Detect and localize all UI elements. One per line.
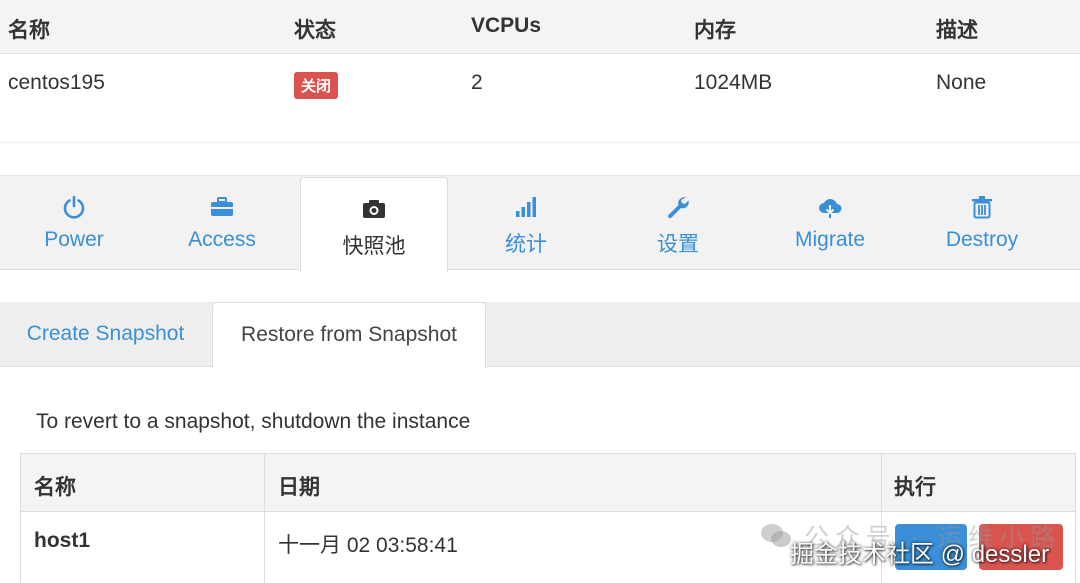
- snapshot-table-header: 名称 日期 执行: [21, 454, 1075, 512]
- status-badge: 关闭: [294, 72, 339, 99]
- table-row: host1 十一月 02 03:58:41: [21, 512, 1075, 583]
- snapshot-header-date: 日期: [278, 476, 320, 499]
- column-divider: [881, 454, 882, 583]
- snapshot-table: 名称 日期 执行 host1 十一月 02 03:58:41: [20, 453, 1076, 583]
- power-icon: [63, 195, 85, 219]
- header-status: 状态: [294, 19, 336, 42]
- tab-access-label: Access: [188, 228, 256, 251]
- instance-table-header: 名称 状态 VCPUs 内存 描述: [0, 0, 1080, 54]
- tab-migrate-label: Migrate: [794, 228, 866, 251]
- instance-name: centos195: [8, 71, 105, 94]
- bar-chart-icon: [516, 197, 536, 217]
- snapshot-tabs: Create Snapshot Restore from Snapshot: [0, 302, 1080, 368]
- wrench-icon: [668, 197, 689, 219]
- tab-destroy[interactable]: Destroy: [908, 176, 1056, 270]
- instance-memory: 1024MB: [694, 71, 773, 94]
- header-name: 名称: [8, 19, 50, 42]
- briefcase-icon: [211, 197, 233, 216]
- tab-settings[interactable]: 设置: [604, 176, 752, 270]
- snapshot-header-name: 名称: [34, 476, 76, 499]
- action-tabs: Power Access 快照池 统计 设置 Migrate Destroy: [0, 175, 1080, 272]
- tab-power[interactable]: Power: [0, 176, 148, 270]
- camera-icon: [363, 200, 385, 218]
- tab-snapshots-label: 快照池: [342, 235, 406, 258]
- header-vcpus: VCPUs: [471, 14, 542, 37]
- column-divider: [264, 454, 265, 583]
- restore-button[interactable]: [895, 524, 967, 570]
- instance-description: None: [936, 71, 987, 94]
- instance-row: centos195 关闭 2 1024MB None: [0, 55, 1080, 143]
- cloud-download-icon: [819, 199, 842, 218]
- restore-hint: To revert to a snapshot, shutdown the in…: [36, 410, 471, 433]
- snapshot-header-action: 执行: [894, 476, 936, 499]
- tab-power-label: Power: [44, 228, 104, 251]
- tab-stats-label: 统计: [505, 233, 547, 256]
- delete-button[interactable]: [979, 524, 1063, 570]
- header-memory: 内存: [694, 19, 736, 42]
- tab-migrate[interactable]: Migrate: [756, 176, 904, 270]
- tab-restore-snapshot[interactable]: Restore from Snapshot: [212, 302, 486, 368]
- tab-stats[interactable]: 统计: [452, 176, 600, 270]
- tab-create-snapshot[interactable]: Create Snapshot: [0, 302, 211, 367]
- tab-access[interactable]: Access: [148, 176, 296, 270]
- snapshot-name: host1: [34, 529, 91, 552]
- instance-vcpus: 2: [471, 71, 483, 94]
- header-description: 描述: [936, 19, 978, 42]
- trash-icon: [972, 196, 992, 219]
- tab-snapshots[interactable]: 快照池: [300, 177, 448, 272]
- tab-settings-label: 设置: [657, 233, 699, 256]
- tab-destroy-label: Destroy: [945, 228, 1019, 251]
- status-cell: 关闭: [294, 72, 339, 99]
- snapshot-date: 十一月 02 03:58:41: [278, 534, 458, 557]
